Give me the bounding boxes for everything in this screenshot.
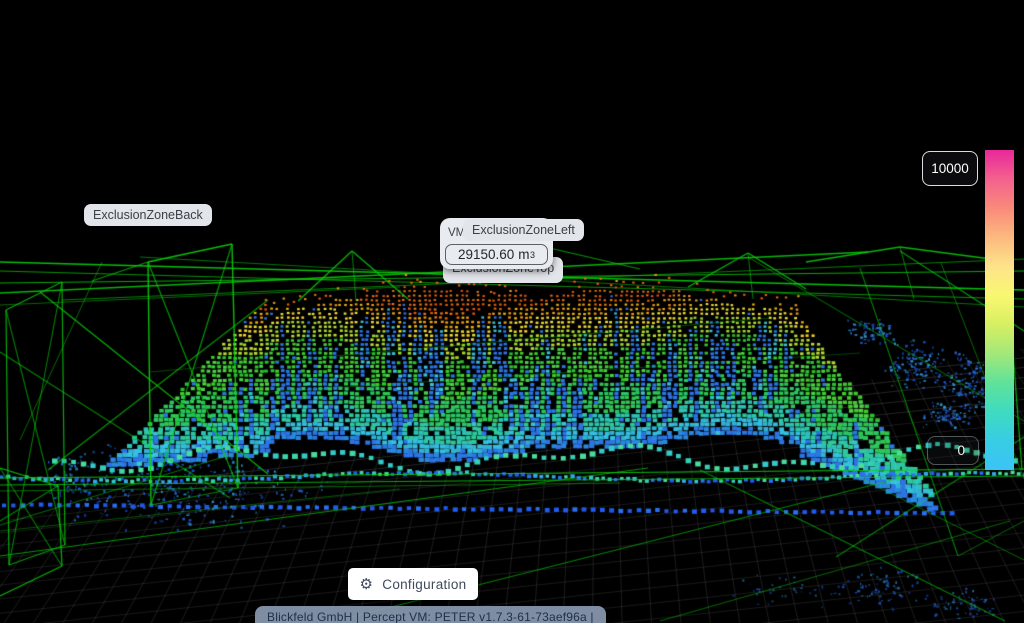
configuration-button[interactable]: ⚙ Configuration	[348, 568, 478, 600]
pointcloud-3d-viewport[interactable]	[0, 0, 1024, 623]
volume-value: 29150.60	[458, 247, 514, 262]
percept-app-window: ExclusionZoneBack ExclusionZoneTop VM 29…	[0, 0, 1024, 623]
volume-value-box: 29150.60m3	[445, 244, 548, 265]
height-colorbar	[985, 150, 1014, 470]
gear-icon: ⚙	[360, 577, 374, 592]
exclusion-zone-back-label: ExclusionZoneBack	[84, 204, 212, 226]
colorbar-max-input[interactable]: 10000	[922, 151, 978, 186]
volume-unit: m	[518, 247, 529, 262]
status-footer: Blickfeld GmbH | Percept VM: PETER v1.7.…	[255, 606, 606, 623]
exclusion-zone-left-label: ExclusionZoneLeft	[463, 219, 584, 241]
colorbar-min-input[interactable]: 0	[927, 436, 979, 465]
configuration-button-label: Configuration	[382, 577, 466, 592]
